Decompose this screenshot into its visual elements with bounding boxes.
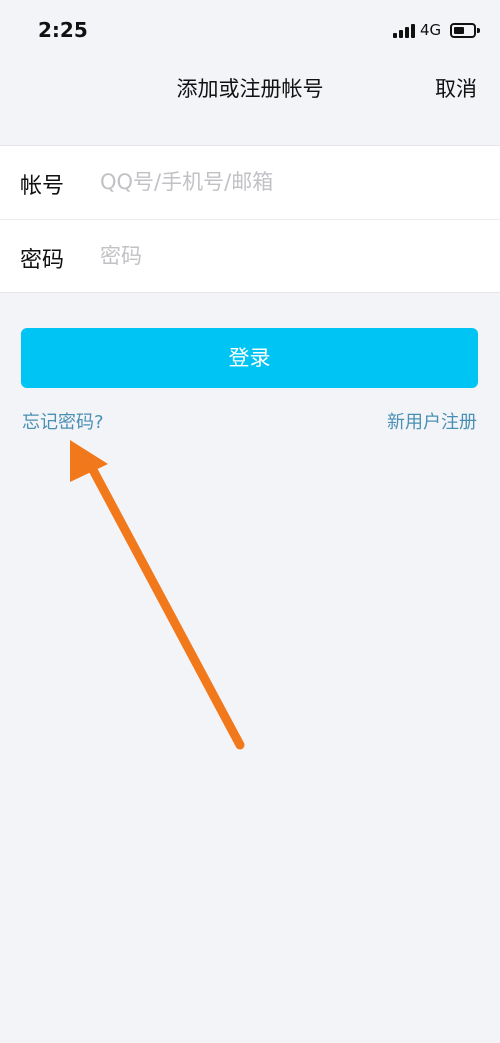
register-link[interactable]: 新用户注册 (387, 408, 477, 434)
arrow-shaft (87, 463, 245, 750)
network-type: 4G (420, 21, 442, 39)
status-bar: 2:25 4G (0, 0, 500, 62)
password-label: 密码 (20, 248, 65, 273)
status-time: 2:25 (38, 18, 88, 42)
battery-icon (450, 23, 480, 38)
account-input[interactable] (100, 160, 480, 204)
account-row: 帐号 (0, 146, 500, 219)
login-form: 帐号 密码 (0, 145, 500, 293)
password-input[interactable] (100, 234, 480, 278)
page-title: 添加或注册帐号 (176, 77, 324, 101)
login-screen: 2:25 4G 添加或注册帐号 取消 帐号 密码 登录 忘记密码? 新用户注册 (0, 0, 500, 1043)
cancel-button[interactable]: 取消 (435, 73, 477, 103)
signal-bars-icon (393, 24, 415, 38)
password-row: 密码 (0, 219, 500, 292)
account-label: 帐号 (20, 174, 65, 199)
arrow-head (70, 440, 108, 482)
login-button[interactable]: 登录 (21, 328, 478, 388)
forgot-password-link[interactable]: 忘记密码? (22, 408, 104, 434)
